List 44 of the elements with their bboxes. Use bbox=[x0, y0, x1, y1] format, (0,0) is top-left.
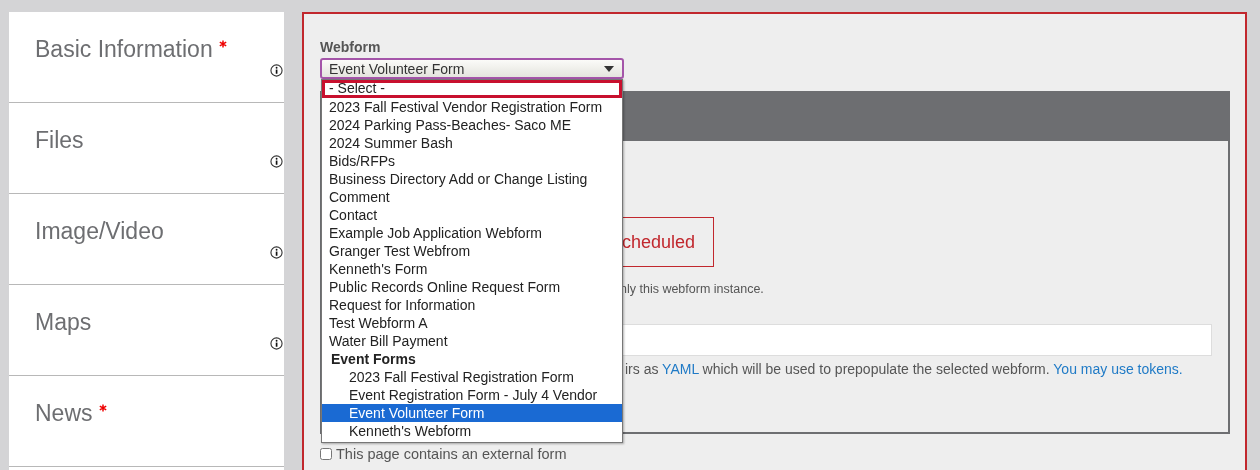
caret-icon bbox=[604, 65, 614, 72]
input-field[interactable] bbox=[620, 324, 1212, 356]
dropdown-option[interactable]: Water Bill Payment bbox=[322, 332, 622, 350]
section-title: Files bbox=[35, 127, 84, 154]
help-link[interactable]: YAML bbox=[662, 361, 699, 377]
dropdown-option[interactable]: Business Directory Add or Change Listing bbox=[322, 170, 622, 188]
dropdown-option[interactable]: 2023 Fall Festival Registration Form bbox=[322, 368, 622, 386]
section-title: News bbox=[35, 400, 93, 427]
option-group-label: Event Forms bbox=[330, 350, 417, 368]
section-title: Maps bbox=[35, 309, 92, 336]
info-icon[interactable] bbox=[270, 155, 283, 168]
dropdown-option[interactable]: Contact bbox=[322, 206, 622, 224]
sidebar-item[interactable]: Image/Video bbox=[9, 194, 284, 285]
dropdown-option[interactable]: - Select - bbox=[322, 80, 622, 98]
info-icon[interactable] bbox=[270, 64, 283, 77]
sidebar-item[interactable]: Files bbox=[9, 103, 284, 194]
dropdown-option[interactable]: Event Registration Form - July 4 Vendor bbox=[322, 386, 622, 404]
dropdown-option[interactable]: Public Records Online Request Form bbox=[322, 278, 622, 296]
dropdown-option[interactable]: Example Job Application Webform bbox=[322, 224, 622, 242]
dropdown-option[interactable]: Kenneth's Form bbox=[322, 260, 622, 278]
section-title: Basic Information bbox=[35, 36, 213, 63]
section-title: Image/Video bbox=[35, 218, 164, 245]
help-link[interactable]: You may use tokens. bbox=[1053, 361, 1183, 377]
dropdown-option[interactable]: Granger Test Webfrom bbox=[322, 242, 622, 260]
dropdown-option[interactable]: Request for Information bbox=[322, 296, 622, 314]
dropdown-option[interactable]: 2023 Fall Festival Vendor Registration Form bbox=[322, 98, 622, 116]
checkbox[interactable] bbox=[320, 448, 332, 460]
dropdown-option[interactable]: Event Volunteer Form bbox=[322, 404, 622, 422]
sidebar-item[interactable]: Maps bbox=[9, 285, 284, 376]
dropdown-option[interactable]: Kenneth's Webform bbox=[322, 422, 622, 440]
status-button[interactable]: cheduled bbox=[620, 217, 715, 267]
dropdown-option[interactable]: Comment bbox=[322, 188, 622, 206]
webform-select[interactable]: Event Volunteer Form bbox=[320, 58, 624, 79]
dropdown-option[interactable]: Test Webform A bbox=[322, 314, 622, 332]
sidebar-item[interactable]: News bbox=[9, 376, 284, 467]
dropdown-option[interactable]: Bids/RFPs bbox=[322, 152, 622, 170]
help-text: irs as YAML which will be used to prepopulate the selected webform. You may use tokens. bbox=[624, 361, 1184, 377]
info-icon[interactable] bbox=[270, 337, 283, 350]
info-icon[interactable] bbox=[270, 246, 283, 259]
sidebar-item[interactable]: Basic Information bbox=[9, 12, 284, 103]
dropdown-option[interactable]: 2024 Parking Pass-Beaches- Saco ME bbox=[322, 116, 622, 134]
dropdown-option[interactable]: 2024 Summer Bash bbox=[322, 134, 622, 152]
checkbox-label: This page contains an external form bbox=[336, 446, 567, 462]
field-label: Webform bbox=[320, 39, 382, 57]
